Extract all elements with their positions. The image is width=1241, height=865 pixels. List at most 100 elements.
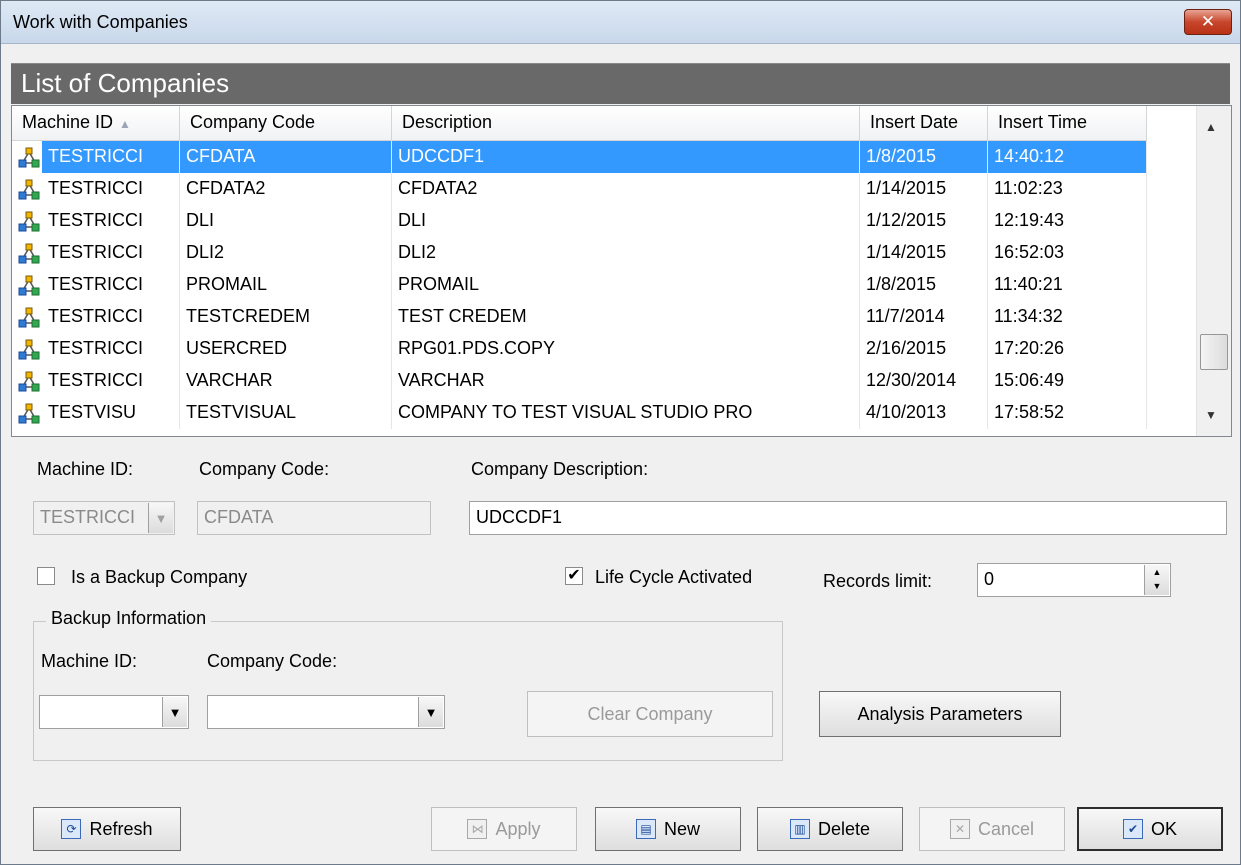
column-header-insert-date[interactable]: Insert Date <box>860 106 988 140</box>
network-company-icon <box>18 371 40 392</box>
backup-company-checkbox[interactable] <box>37 567 55 585</box>
column-header-label: Company Code <box>190 112 316 132</box>
column-header-label: Insert Date <box>870 112 959 132</box>
table-cell: TESTRICCI <box>42 333 180 365</box>
companies-grid[interactable]: Machine ID ▲ Company Code Description Ins… <box>11 105 1232 437</box>
refresh-icon: ⟳ <box>61 819 82 839</box>
table-cell: 1/12/2015 <box>860 205 988 237</box>
backup-company-code-dropdown[interactable]: ▼ <box>207 695 445 729</box>
table-cell: 16:52:03 <box>988 237 1147 269</box>
cancel-button[interactable]: ✕ Cancel <box>919 807 1065 851</box>
close-icon: ✕ <box>1200 12 1216 31</box>
close-button[interactable]: ✕ <box>1184 9 1232 35</box>
table-cell: CFDATA <box>180 141 392 173</box>
apply-button[interactable]: ⋈ Apply <box>431 807 577 851</box>
table-row[interactable]: TESTRICCI TESTCREDEM TEST CREDEM 11/7/2014 1… <box>12 301 1147 333</box>
company-description-field[interactable]: UDCCDF1 <box>469 501 1227 535</box>
ok-button[interactable]: ✔ OK <box>1077 807 1223 851</box>
scroll-up-icon[interactable]: ▲ <box>1205 120 1217 134</box>
table-row[interactable]: TESTVISU TESTVISUAL COMPANY TO TEST VISUAL… <box>12 397 1147 429</box>
network-company-icon <box>18 179 40 200</box>
table-cell: TESTVISUAL <box>180 397 392 429</box>
machine-id-combo: TESTRICCI ▼ <box>33 501 175 535</box>
table-row[interactable]: TESTRICCI PROMAIL PROMAIL 1/8/2015 11:40:21 <box>12 269 1147 301</box>
table-cell: PROMAIL <box>180 269 392 301</box>
table-cell: TESTRICCI <box>42 205 180 237</box>
table-cell: 1/14/2015 <box>860 237 988 269</box>
network-company-icon <box>18 147 40 168</box>
column-header-label: Machine ID <box>22 112 114 132</box>
network-company-icon <box>18 307 40 328</box>
vertical-scrollbar[interactable]: ▲ ▼ <box>1196 106 1231 436</box>
table-row[interactable]: TESTRICCI DLI2 DLI2 1/14/2015 16:52:03 <box>12 237 1147 269</box>
column-header-label: Description <box>402 112 493 132</box>
table-cell: 15:06:49 <box>988 365 1147 397</box>
chevron-down-icon[interactable]: ▼ <box>162 697 187 727</box>
table-cell: VARCHAR <box>180 365 392 397</box>
table-cell: 17:58:52 <box>988 397 1147 429</box>
table-row[interactable]: TESTRICCI CFDATA UDCCDF1 1/8/2015 14:40:12 <box>12 141 1147 173</box>
network-company-icon <box>18 403 40 424</box>
table-row[interactable]: TESTRICCI USERCRED RPG01.PDS.COPY 2/16/2015… <box>12 333 1147 365</box>
table-cell: TESTRICCI <box>42 301 180 333</box>
table-cell: TESTRICCI <box>42 269 180 301</box>
machine-id-label: Machine ID: <box>37 459 134 479</box>
delete-icon: ▥ <box>789 819 810 839</box>
apply-label: Apply <box>495 818 541 839</box>
table-row[interactable]: TESTRICCI DLI DLI 1/12/2015 12:19:43 <box>12 205 1147 237</box>
grid-header: Machine ID ▲ Company Code Description Ins… <box>12 106 1147 141</box>
spinner-arrows-icon[interactable]: ▲ ▼ <box>1144 565 1169 595</box>
table-cell: 1/8/2015 <box>860 141 988 173</box>
table-cell: UDCCDF1 <box>392 141 860 173</box>
table-row[interactable]: TESTRICCI VARCHAR VARCHAR 12/30/2014 15:06:4… <box>12 365 1147 397</box>
company-description-label: Company Description: <box>471 459 649 479</box>
table-cell: 11:34:32 <box>988 301 1147 333</box>
network-company-icon <box>18 275 40 296</box>
delete-label: Delete <box>817 818 871 839</box>
apply-icon: ⋈ <box>467 819 488 839</box>
lifecycle-label: Life Cycle Activated <box>595 567 753 587</box>
table-cell: PROMAIL <box>392 269 860 301</box>
delete-button[interactable]: ▥ Delete <box>757 807 903 851</box>
chevron-down-icon: ▼ <box>148 503 173 533</box>
backup-machine-id-dropdown[interactable]: ▼ <box>39 695 189 729</box>
title-bar: Work with Companies ✕ <box>1 1 1240 44</box>
column-header-label: Insert Time <box>998 112 1088 132</box>
machine-id-value: TESTRICCI <box>40 507 136 527</box>
table-cell: DLI <box>180 205 392 237</box>
records-limit-spinner[interactable]: 0 ▲ ▼ <box>977 563 1171 597</box>
company-code-value: CFDATA <box>204 507 274 527</box>
refresh-button[interactable]: ⟳ Refresh <box>33 807 181 851</box>
column-header-machine-id[interactable]: Machine ID ▲ <box>12 106 180 140</box>
refresh-label: Refresh <box>89 818 153 839</box>
table-cell: TESTRICCI <box>42 141 180 173</box>
ok-label: OK <box>1150 818 1177 839</box>
table-cell: 12/30/2014 <box>860 365 988 397</box>
table-cell: CFDATA2 <box>392 173 860 205</box>
column-header-description[interactable]: Description <box>392 106 860 140</box>
new-button[interactable]: ▤ New <box>595 807 741 851</box>
table-row[interactable]: TESTRICCI CFDATA2 CFDATA2 1/14/2015 11:02:23 <box>12 173 1147 205</box>
checkmark-icon: ✔ <box>567 567 581 584</box>
list-title: List of Companies <box>21 68 230 98</box>
table-cell: 4/10/2013 <box>860 397 988 429</box>
column-header-company-code[interactable]: Company Code <box>180 106 392 140</box>
lifecycle-checkbox[interactable]: ✔ <box>565 567 583 585</box>
table-cell: RPG01.PDS.COPY <box>392 333 860 365</box>
table-cell: 14:40:12 <box>988 141 1147 173</box>
chevron-down-icon[interactable]: ▼ <box>418 697 443 727</box>
backup-company-code-label: Company Code: <box>207 651 338 671</box>
network-company-icon <box>18 339 40 360</box>
scroll-down-icon[interactable]: ▼ <box>1205 408 1217 422</box>
column-header-insert-time[interactable]: Insert Time <box>988 106 1147 140</box>
network-company-icon <box>18 243 40 264</box>
table-cell: TESTCREDEM <box>180 301 392 333</box>
table-cell: 11:40:21 <box>988 269 1147 301</box>
analysis-parameters-button[interactable]: Analysis Parameters <box>819 691 1061 737</box>
company-code-label: Company Code: <box>199 459 330 479</box>
clear-company-button[interactable]: Clear Company <box>527 691 773 737</box>
table-cell: TESTVISU <box>42 397 180 429</box>
scroll-thumb[interactable] <box>1200 334 1228 370</box>
table-cell: CFDATA2 <box>180 173 392 205</box>
window-title: Work with Companies <box>13 12 188 32</box>
